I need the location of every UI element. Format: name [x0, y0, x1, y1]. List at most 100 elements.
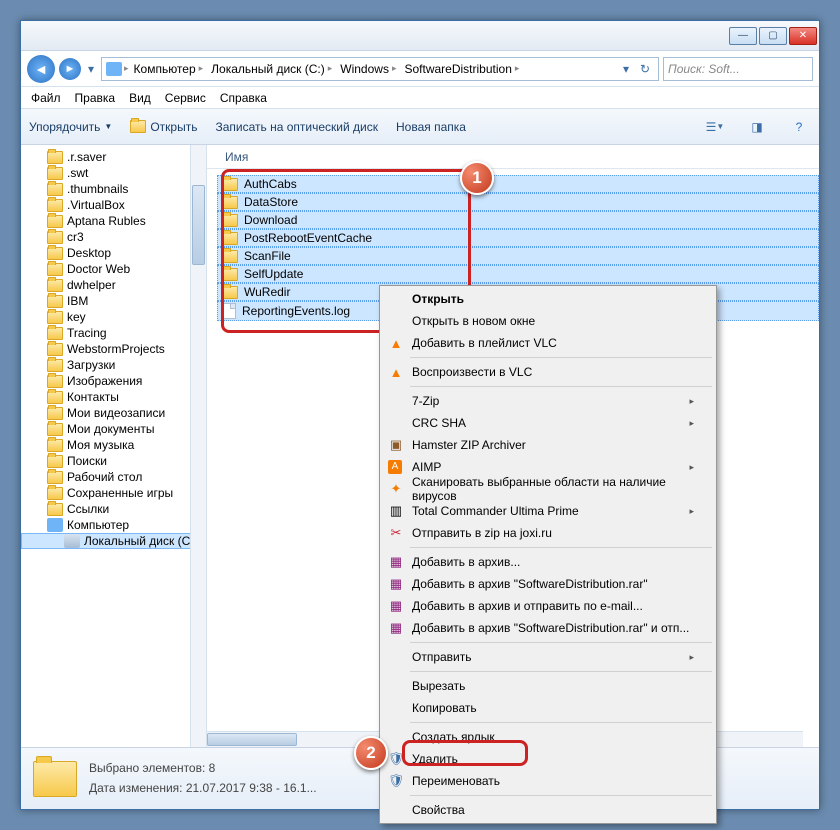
vlc-icon: ▲ — [388, 364, 404, 380]
tree-item[interactable]: Поиски — [21, 453, 206, 469]
ctx-7zip[interactable]: 7-Zip▸ — [382, 390, 714, 412]
folder-icon — [222, 196, 238, 209]
tree-item[interactable]: Контакты — [21, 389, 206, 405]
ctx-vlc-play[interactable]: ▲Воспроизвести в VLC — [382, 361, 714, 383]
tree-item[interactable]: Сохраненные игры — [21, 485, 206, 501]
addr-dropdown-icon[interactable]: ▾ — [617, 60, 635, 78]
tree-item[interactable]: .VirtualBox — [21, 197, 206, 213]
preview-pane-icon[interactable]: ◨ — [745, 115, 769, 139]
minimize-button[interactable]: — — [729, 27, 757, 45]
tree-item[interactable]: Загрузки — [21, 357, 206, 373]
burn-button[interactable]: Записать на оптический диск — [215, 120, 378, 134]
menu-file[interactable]: Файл — [31, 91, 61, 105]
folder-icon — [222, 286, 238, 299]
column-header-name[interactable]: Имя — [207, 145, 819, 169]
breadcrumb[interactable]: Компьютер▸ — [131, 61, 207, 77]
winrar-icon: ▦ — [388, 554, 404, 570]
disk-icon — [64, 534, 80, 548]
tree-item[interactable]: Рабочий стол — [21, 469, 206, 485]
tree-item[interactable]: .thumbnails — [21, 181, 206, 197]
search-input[interactable]: Поиск: Soft... — [663, 57, 813, 81]
ctx-hamster[interactable]: ▣Hamster ZIP Archiver — [382, 434, 714, 456]
tree-item[interactable]: Изображения — [21, 373, 206, 389]
aimp-icon: A — [388, 460, 402, 474]
ctx-rename[interactable]: 🛡Переименовать — [382, 770, 714, 792]
file-name: PostRebootEventCache — [244, 231, 372, 245]
context-menu: Открыть Открыть в новом окне ▲Добавить в… — [379, 285, 717, 824]
navigation-tree[interactable]: .r.saver.swt.thumbnails.VirtualBoxAptana… — [21, 145, 207, 747]
tree-scrollbar[interactable] — [190, 145, 206, 747]
ctx-open[interactable]: Открыть — [382, 288, 714, 310]
ctx-scan-virus[interactable]: ✦Сканировать выбранные области на наличи… — [382, 478, 714, 500]
ctx-properties[interactable]: Свойства — [382, 799, 714, 821]
maximize-button[interactable]: ▢ — [759, 27, 787, 45]
folder-icon — [47, 471, 63, 484]
tree-item[interactable]: Локальный диск (C:) — [21, 533, 206, 549]
file-row[interactable]: ScanFile — [217, 247, 819, 265]
refresh-icon[interactable]: ↻ — [636, 60, 654, 78]
menu-tools[interactable]: Сервис — [165, 91, 206, 105]
file-row[interactable]: Download — [217, 211, 819, 229]
tree-item[interactable]: Tracing — [21, 325, 206, 341]
ctx-vlc-add[interactable]: ▲Добавить в плейлист VLC — [382, 332, 714, 354]
menu-help[interactable]: Справка — [220, 91, 267, 105]
tree-item[interactable]: .swt — [21, 165, 206, 181]
ctx-copy[interactable]: Копировать — [382, 697, 714, 719]
file-row[interactable]: DataStore — [217, 193, 819, 211]
close-button[interactable]: ✕ — [789, 27, 817, 45]
tree-item[interactable]: Doctor Web — [21, 261, 206, 277]
tree-item[interactable]: WebstormProjects — [21, 341, 206, 357]
joxi-icon: ✂ — [388, 525, 404, 541]
file-row[interactable]: PostRebootEventCache — [217, 229, 819, 247]
tree-item[interactable]: Компьютер — [21, 517, 206, 533]
breadcrumb[interactable]: SoftwareDistribution▸ — [401, 61, 522, 77]
status-modified-date: Дата изменения: 21.07.2017 9:38 - 16.1..… — [89, 779, 317, 798]
file-row[interactable]: SelfUpdate — [217, 265, 819, 283]
tree-item[interactable]: IBM — [21, 293, 206, 309]
file-name: Download — [244, 213, 297, 227]
ctx-joxi[interactable]: ✂Отправить в zip на joxi.ru — [382, 522, 714, 544]
tree-item[interactable]: .r.saver — [21, 149, 206, 165]
tree-item[interactable]: Мои видеозаписи — [21, 405, 206, 421]
ctx-cut[interactable]: Вырезать — [382, 675, 714, 697]
organize-button[interactable]: Упорядочить▼ — [29, 120, 112, 134]
tree-item[interactable]: cr3 — [21, 229, 206, 245]
tree-item[interactable]: Desktop — [21, 245, 206, 261]
history-dropdown[interactable]: ▾ — [85, 59, 97, 79]
menu-view[interactable]: Вид — [129, 91, 151, 105]
tree-item[interactable]: dwhelper — [21, 277, 206, 293]
ctx-rar-name[interactable]: ▦Добавить в архив "SoftwareDistribution.… — [382, 573, 714, 595]
help-icon[interactable]: ? — [787, 115, 811, 139]
address-bar[interactable]: ▸ Компьютер▸ Локальный диск (C:)▸ Window… — [101, 57, 659, 81]
tree-item[interactable]: Мои документы — [21, 421, 206, 437]
file-row[interactable]: AuthCabs — [217, 175, 819, 193]
breadcrumb[interactable]: Windows▸ — [337, 61, 399, 77]
ctx-rar-add[interactable]: ▦Добавить в архив... — [382, 551, 714, 573]
tree-item-label: Моя музыка — [67, 438, 134, 452]
folder-icon — [222, 178, 238, 191]
ctx-sendto[interactable]: Отправить▸ — [382, 646, 714, 668]
tree-item[interactable]: Aptana Rubles — [21, 213, 206, 229]
view-mode-icon[interactable]: ☰ ▼ — [703, 115, 727, 139]
ctx-shortcut[interactable]: Создать ярлык — [382, 726, 714, 748]
new-folder-button[interactable]: Новая папка — [396, 120, 466, 134]
forward-button[interactable]: ► — [59, 58, 81, 80]
menu-edit[interactable]: Правка — [75, 91, 116, 105]
tree-item-label: Рабочий стол — [67, 470, 142, 484]
folder-icon — [47, 487, 63, 500]
open-button[interactable]: Открыть — [130, 120, 197, 134]
back-button[interactable]: ◄ — [27, 55, 55, 83]
ctx-rar-name-email[interactable]: ▦Добавить в архив "SoftwareDistribution.… — [382, 617, 714, 639]
ctx-crcsha[interactable]: CRC SHA▸ — [382, 412, 714, 434]
ctx-open-new-window[interactable]: Открыть в новом окне — [382, 310, 714, 332]
tree-item[interactable]: Моя музыка — [21, 437, 206, 453]
ctx-rar-email[interactable]: ▦Добавить в архив и отправить по e-mail.… — [382, 595, 714, 617]
folder-icon — [47, 183, 63, 196]
tree-item[interactable]: key — [21, 309, 206, 325]
ctx-totalcmd[interactable]: ▥Total Commander Ultima Prime▸ — [382, 500, 714, 522]
tree-item-label: Aptana Rubles — [67, 214, 146, 228]
ctx-delete[interactable]: 🛡Удалить — [382, 748, 714, 770]
tree-item[interactable]: Ссылки — [21, 501, 206, 517]
folder-icon — [47, 199, 63, 212]
breadcrumb[interactable]: Локальный диск (C:)▸ — [208, 61, 335, 77]
